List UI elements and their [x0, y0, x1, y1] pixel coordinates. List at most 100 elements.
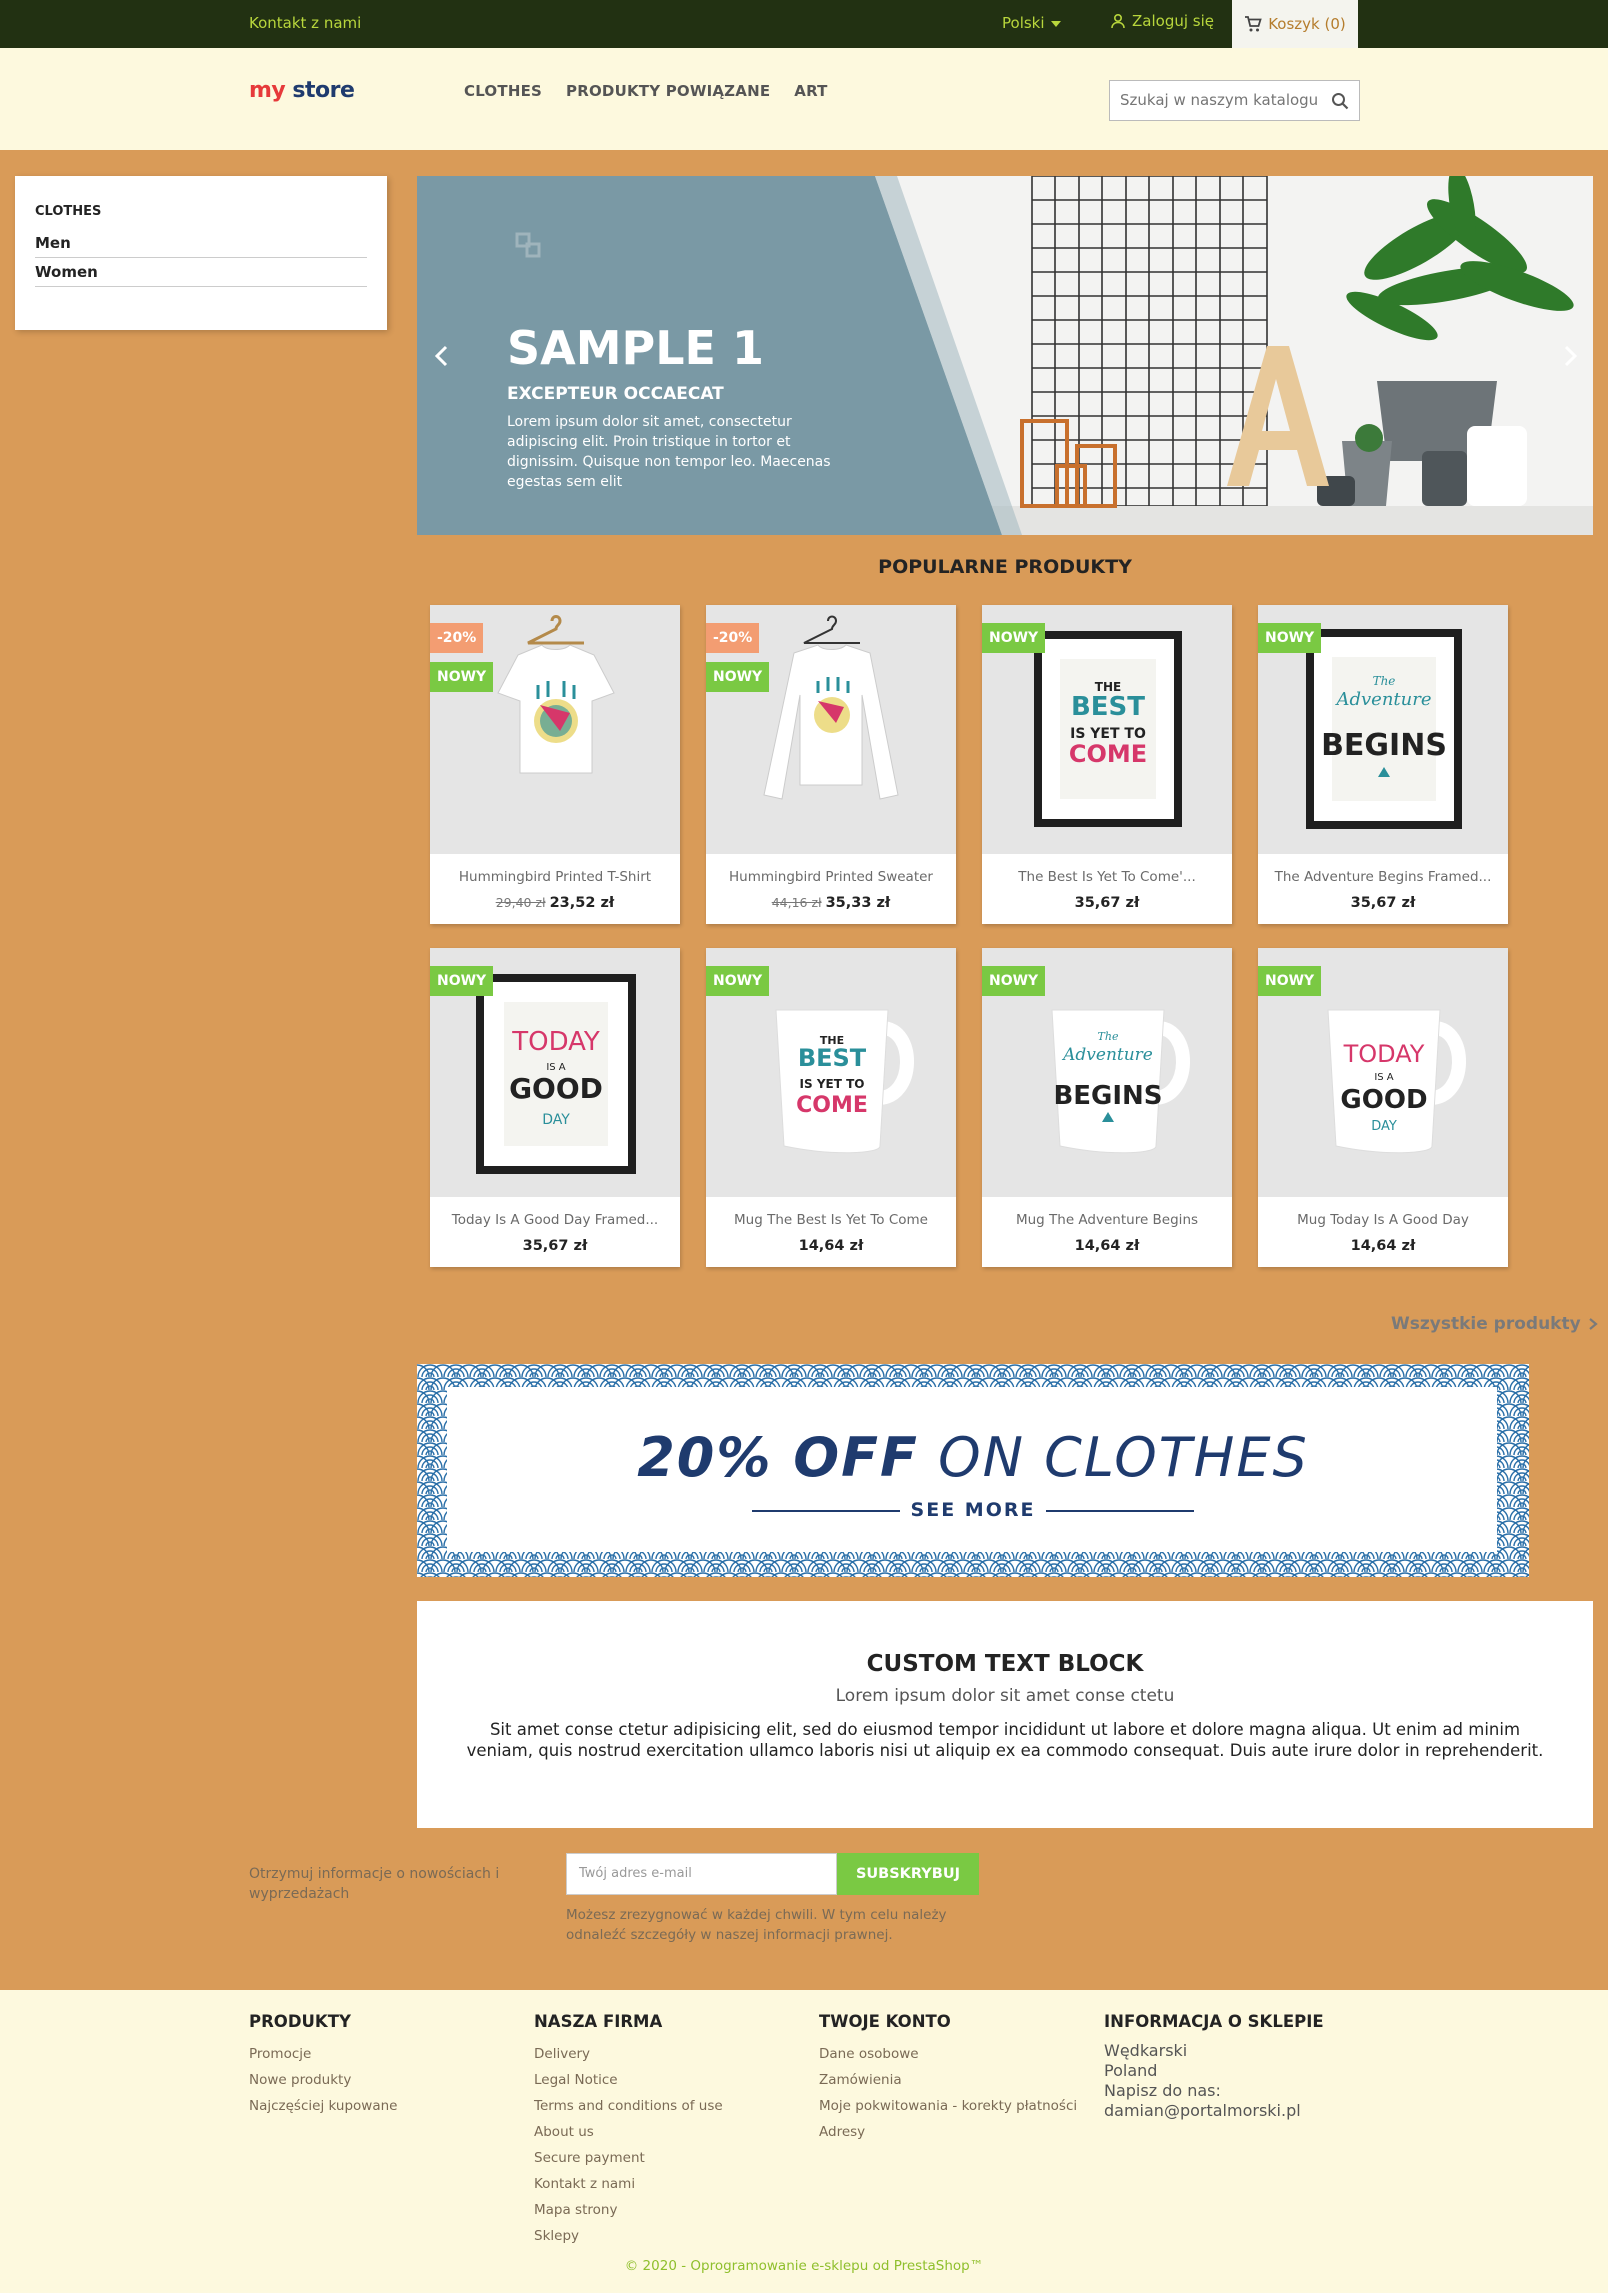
header: my store CLOTHES PRODUKTY POWIĄZANE ART [0, 48, 1608, 150]
product-card[interactable]: Adventure BEGINS The NOWY Mug The Advent… [982, 948, 1232, 1267]
footer-link[interactable]: Kontakt z nami [534, 2171, 723, 2197]
footer-link[interactable]: Sklepy [534, 2223, 723, 2249]
product-card[interactable]: BEST COME THE IS YET TO NOWY The Best Is… [982, 605, 1232, 924]
nav-item-art[interactable]: ART [794, 82, 827, 100]
sidebar-item-women[interactable]: Women [35, 258, 367, 287]
slider-prev-icon[interactable] [427, 341, 457, 371]
login-link[interactable]: Zaloguj się [1110, 12, 1214, 30]
footer-col-title: INFORMACJA O SKLEPIE [1104, 2012, 1324, 2031]
store-info-line: Napisz do nas: [1104, 2081, 1221, 2100]
new-badge: NOWY [1258, 623, 1322, 653]
product-card[interactable]: BEST COME THE IS YET TO NOWY Mug The Bes… [706, 948, 956, 1267]
product-price: 35,33 zł [825, 895, 891, 911]
cart-button[interactable]: Koszyk (0) [1232, 0, 1358, 48]
product-card[interactable]: Adventure BEGINS The NOWY The Adventure … [1258, 605, 1508, 924]
new-badge: NOWY [430, 966, 494, 996]
svg-text:THE: THE [1095, 680, 1121, 694]
cart-icon [1245, 16, 1262, 32]
new-badge: NOWY [1258, 966, 1322, 996]
product-name[interactable]: Hummingbird Printed T-Shirt [430, 869, 680, 885]
product-name[interactable]: The Adventure Begins Framed... [1258, 869, 1508, 885]
svg-text:IS YET TO: IS YET TO [800, 1077, 865, 1091]
slide-subtitle: EXCEPTEUR OCCAECAT [507, 384, 724, 404]
svg-text:GOOD: GOOD [509, 1072, 603, 1105]
custom-block-title: CUSTOM TEXT BLOCK [866, 1651, 1144, 1677]
product-name[interactable]: Mug The Best Is Yet To Come [706, 1212, 956, 1228]
new-badge: NOWY [706, 966, 770, 996]
footer-link[interactable]: Legal Notice [534, 2067, 723, 2093]
svg-text:IS A: IS A [1374, 1072, 1393, 1083]
footer-col-company: NASZA FIRMA Delivery Legal Notice Terms … [534, 2012, 723, 2249]
footer-link[interactable]: Secure payment [534, 2145, 723, 2171]
chevron-right-icon [1588, 1318, 1598, 1330]
product-card[interactable]: -20% NOWY Hummingbird Printed Sweater 44… [706, 605, 956, 924]
store-email[interactable]: damian@portalmorski.pl [1104, 2101, 1324, 2121]
promo-divider-right [1046, 1510, 1194, 1512]
product-price: 14,64 zł [1074, 1238, 1140, 1254]
product-name[interactable]: Today Is A Good Day Framed... [430, 1212, 680, 1228]
footer-link[interactable]: Mapa strony [534, 2197, 723, 2223]
product-price: 23,52 zł [549, 895, 615, 911]
new-badge: NOWY [706, 662, 770, 692]
subscribe-button[interactable]: SUBSKRYBUJ [837, 1853, 979, 1895]
contact-link[interactable]: Kontakt z nami [249, 14, 361, 32]
footer-link[interactable]: Delivery [534, 2041, 723, 2067]
product-name[interactable]: The Best Is Yet To Come'... [982, 869, 1232, 885]
footer-link[interactable]: Najczęściej kupowane [249, 2093, 397, 2119]
product-price: 14,64 zł [798, 1238, 864, 1254]
product-price: 35,67 zł [522, 1238, 588, 1254]
sidebar-item-men[interactable]: Men [35, 229, 367, 258]
new-badge: NOWY [982, 623, 1046, 653]
promo-see-more[interactable]: SEE MORE [417, 1499, 1529, 1521]
slide-title: SAMPLE 1 [507, 321, 764, 375]
store-info-line: Poland [1104, 2061, 1158, 2080]
new-badge: NOWY [982, 966, 1046, 996]
footer-link[interactable]: Moje pokwitowania - korekty płatności [819, 2093, 1077, 2119]
svg-text:DAY: DAY [542, 1112, 570, 1128]
product-card[interactable]: -20% NOWY Hummingbird Printed T-Shirt 29… [430, 605, 680, 924]
svg-text:TODAY: TODAY [511, 1027, 600, 1057]
footer-link[interactable]: Zamówienia [819, 2067, 1077, 2093]
newsletter-email-input[interactable]: Twój adres e-mail [566, 1853, 837, 1895]
svg-text:DAY: DAY [1371, 1119, 1397, 1134]
product-card[interactable]: TODAY GOOD DAY IS A NOWY Today Is A Good… [430, 948, 680, 1267]
product-price-block: 29,40 zł 23,52 zł [430, 895, 680, 911]
hero-slider[interactable]: SAMPLE 1 EXCEPTEUR OCCAECAT Lorem ipsum … [417, 176, 1593, 535]
store-info-line: Wędkarski [1104, 2041, 1188, 2060]
promo-banner[interactable]: 20% OFF ON CLOTHES SEE MORE [417, 1364, 1529, 1577]
newsletter-note: Możesz zrezygnować w każdej chwili. W ty… [566, 1907, 947, 1943]
footer-link[interactable]: Promocje [249, 2041, 397, 2067]
footer-link[interactable]: Nowe produkty [249, 2067, 397, 2093]
sidebar-title[interactable]: CLOTHES [35, 204, 367, 219]
nav-item-clothes[interactable]: CLOTHES [464, 82, 542, 100]
main-nav: CLOTHES PRODUKTY POWIĄZANE ART [464, 82, 828, 100]
product-price-block: 44,16 zł 35,33 zł [706, 895, 956, 911]
popular-products-title: POPULARNE PRODUKTY [878, 556, 1132, 578]
product-price: 14,64 zł [1350, 1238, 1416, 1254]
product-card[interactable]: TODAY GOOD DAY IS A NOWY Mug Today Is A … [1258, 948, 1508, 1267]
product-price: 35,67 zł [1350, 895, 1416, 911]
svg-text:BEST: BEST [1071, 692, 1145, 722]
top-bar: Kontakt z nami Polski Zaloguj się Koszyk… [0, 0, 1608, 48]
product-name[interactable]: Mug Today Is A Good Day [1258, 1212, 1508, 1228]
footer-col-title: NASZA FIRMA [534, 2012, 663, 2031]
promo-headline-bold: 20% OFF [637, 1426, 919, 1489]
product-old-price: 44,16 zł [771, 895, 822, 910]
footer-link[interactable]: About us [534, 2119, 723, 2145]
footer-link[interactable]: Dane osobowe [819, 2041, 1077, 2067]
search-icon[interactable] [1331, 92, 1349, 110]
search-input[interactable] [1110, 81, 1320, 119]
nav-item-related[interactable]: PRODUKTY POWIĄZANE [566, 82, 770, 100]
svg-text:COME: COME [796, 1093, 868, 1118]
slider-next-icon[interactable] [1555, 341, 1585, 371]
product-name[interactable]: Mug The Adventure Begins [982, 1212, 1232, 1228]
footer-link[interactable]: Terms and conditions of use [534, 2093, 723, 2119]
product-name[interactable]: Hummingbird Printed Sweater [706, 869, 956, 885]
copyright[interactable]: © 2020 - Oprogramowanie e-sklepu od Pres… [0, 2258, 1608, 2274]
all-products-link[interactable]: Wszystkie produkty [1391, 1314, 1599, 1334]
footer-link[interactable]: Adresy [819, 2119, 1077, 2145]
svg-text:BEST: BEST [798, 1044, 867, 1072]
language-selector[interactable]: Polski [1002, 14, 1061, 32]
store-logo[interactable]: my store [249, 78, 355, 103]
svg-text:COME: COME [1069, 740, 1147, 768]
